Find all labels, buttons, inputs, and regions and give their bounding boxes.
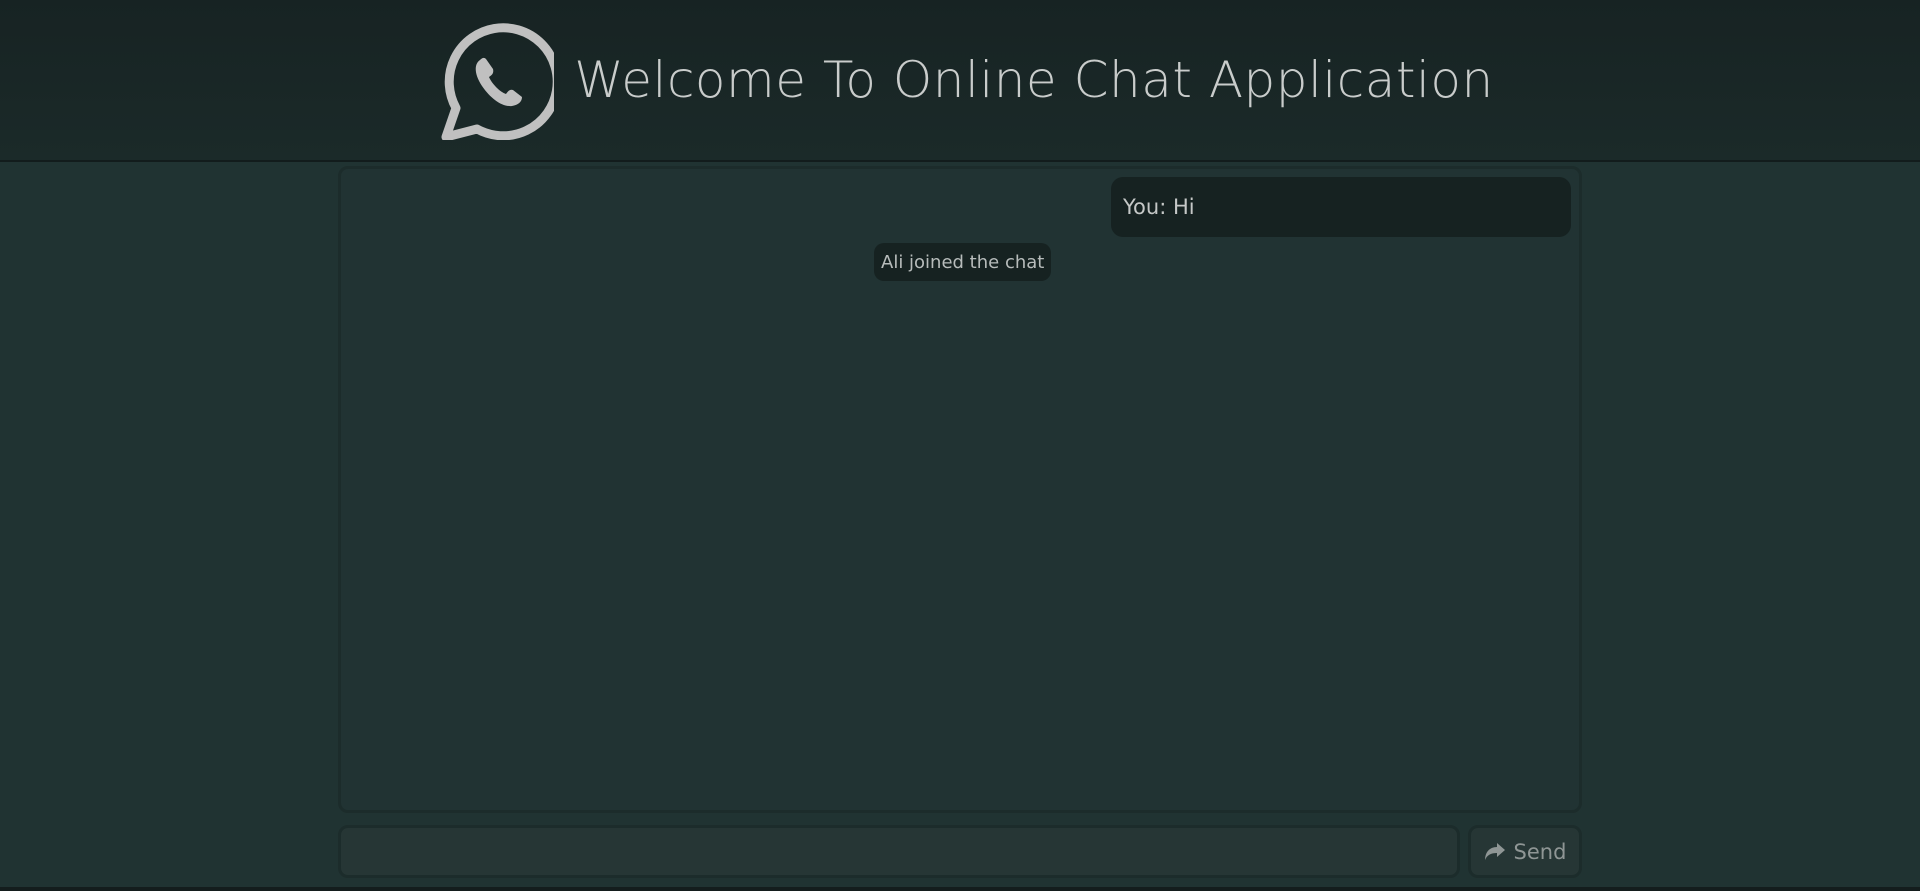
header-brand: Welcome To Online Chat Application (434, 20, 1493, 140)
chat-messages-panel[interactable]: You: Hi Ali joined the chat (338, 166, 1582, 813)
join-notice: Ali joined the chat (874, 243, 1052, 281)
bottom-divider (0, 887, 1920, 891)
send-button[interactable]: Send (1468, 825, 1582, 878)
message-input[interactable] (338, 825, 1460, 878)
send-label: Send (1513, 839, 1567, 864)
whatsapp-logo-icon (434, 20, 555, 140)
own-message: You: Hi (1111, 177, 1571, 237)
share-arrow-icon (1484, 842, 1506, 862)
page-title: Welcome To Online Chat Application (574, 51, 1494, 109)
app-header: Welcome To Online Chat Application (0, 0, 1920, 162)
